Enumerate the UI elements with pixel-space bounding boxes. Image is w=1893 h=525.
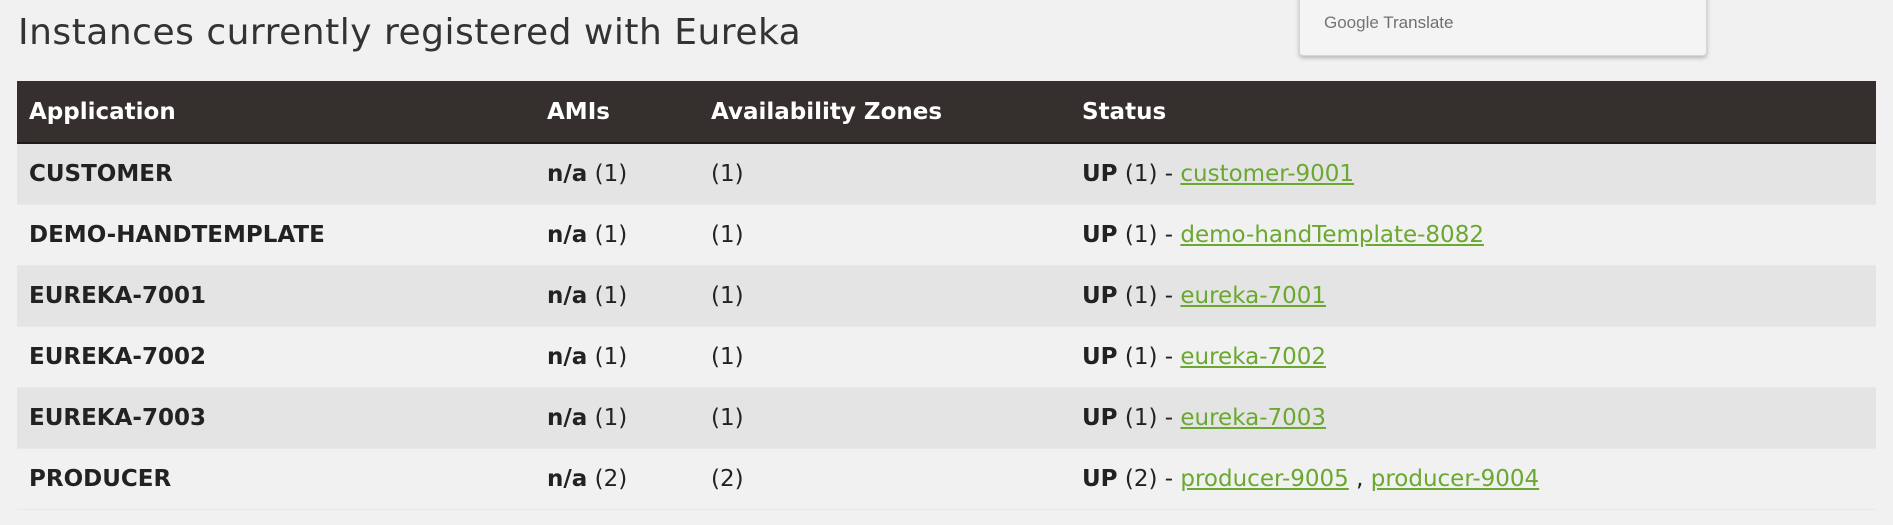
google-logo-text: Google [1324,13,1379,32]
ami-count: (1) [594,282,628,309]
page-title: Instances currently registered with Eure… [18,12,802,53]
ami-count: (1) [594,221,628,248]
ami-label: n/a [547,465,588,492]
eureka-dashboard: Instances currently registered with Eure… [0,0,1893,525]
instance-link[interactable]: eureka-7002 [1180,344,1326,370]
table-row: PRODUCER n/a (2) (2) UP (2) - producer-9005… [17,448,1876,510]
status-label: UP [1082,404,1118,431]
google-translate-brand[interactable]: Google Translate [1324,13,1453,33]
status-count: (2) - [1124,465,1174,492]
application-name: DEMO-HANDTEMPLATE [17,204,535,266]
status-label: UP [1082,160,1118,187]
status-count: (1) - [1124,343,1174,370]
ami-label: n/a [547,343,588,370]
instance-link[interactable]: eureka-7001 [1180,283,1326,309]
availability-zones-cell: (1) [699,204,1070,266]
instances-table: Application AMIs Availability Zones Stat… [17,81,1876,510]
amis-cell: n/a (1) [535,143,699,205]
status-count: (1) - [1124,404,1174,431]
instance-link[interactable]: producer-9005 [1180,466,1348,492]
amis-cell: n/a (1) [535,326,699,388]
table-header-row: Application AMIs Availability Zones Stat… [17,81,1876,144]
instance-link[interactable]: eureka-7003 [1180,405,1326,431]
status-cell: UP (1) - customer-9001 [1070,143,1876,205]
status-cell: UP (1) - eureka-7003 [1070,387,1876,449]
status-cell: UP (2) - producer-9005 , producer-9004 [1070,448,1876,510]
application-name: EUREKA-7001 [17,265,535,327]
ami-count: (1) [594,160,628,187]
table-row: DEMO-HANDTEMPLATE n/a (1) (1) UP (1) - demo… [17,204,1876,266]
instance-link[interactable]: demo-handTemplate-8082 [1180,222,1484,248]
header-status: Status [1070,81,1876,144]
status-count: (1) - [1124,160,1174,187]
header-application: Application [17,81,535,144]
amis-cell: n/a (1) [535,265,699,327]
availability-zones-cell: (1) [699,326,1070,388]
status-label: UP [1082,465,1118,492]
availability-zones-cell: (1) [699,387,1070,449]
amis-cell: n/a (1) [535,204,699,266]
status-cell: UP (1) - eureka-7002 [1070,326,1876,388]
availability-zones-cell: (1) [699,143,1070,205]
link-separator: , [1356,465,1364,492]
ami-label: n/a [547,404,588,431]
ami-label: n/a [547,160,588,187]
application-name: EUREKA-7002 [17,326,535,388]
table-row: EUREKA-7003 n/a (1) (1) UP (1) - eureka-700… [17,387,1876,449]
availability-zones-cell: (1) [699,265,1070,327]
google-translate-popup: Google Translate [1299,0,1707,56]
header-availability-zones: Availability Zones [699,81,1070,144]
status-cell: UP (1) - eureka-7001 [1070,265,1876,327]
application-name: EUREKA-7003 [17,387,535,449]
instance-link[interactable]: customer-9001 [1180,161,1354,187]
amis-cell: n/a (1) [535,387,699,449]
status-label: UP [1082,221,1118,248]
translate-label: Translate [1383,13,1454,32]
header-amis: AMIs [535,81,699,144]
ami-label: n/a [547,221,588,248]
ami-label: n/a [547,282,588,309]
status-count: (1) - [1124,282,1174,309]
table-row: EUREKA-7001 n/a (1) (1) UP (1) - eureka-700… [17,265,1876,327]
instance-link[interactable]: producer-9004 [1371,466,1539,492]
status-count: (1) - [1124,221,1174,248]
application-name: PRODUCER [17,448,535,510]
status-cell: UP (1) - demo-handTemplate-8082 [1070,204,1876,266]
status-label: UP [1082,343,1118,370]
application-name: CUSTOMER [17,143,535,205]
amis-cell: n/a (2) [535,448,699,510]
ami-count: (1) [594,404,628,431]
status-label: UP [1082,282,1118,309]
ami-count: (2) [594,465,628,492]
availability-zones-cell: (2) [699,448,1070,510]
table-row: CUSTOMER n/a (1) (1) UP (1) - customer-9001 [17,143,1876,205]
ami-count: (1) [594,343,628,370]
table-row: EUREKA-7002 n/a (1) (1) UP (1) - eureka-700… [17,326,1876,388]
